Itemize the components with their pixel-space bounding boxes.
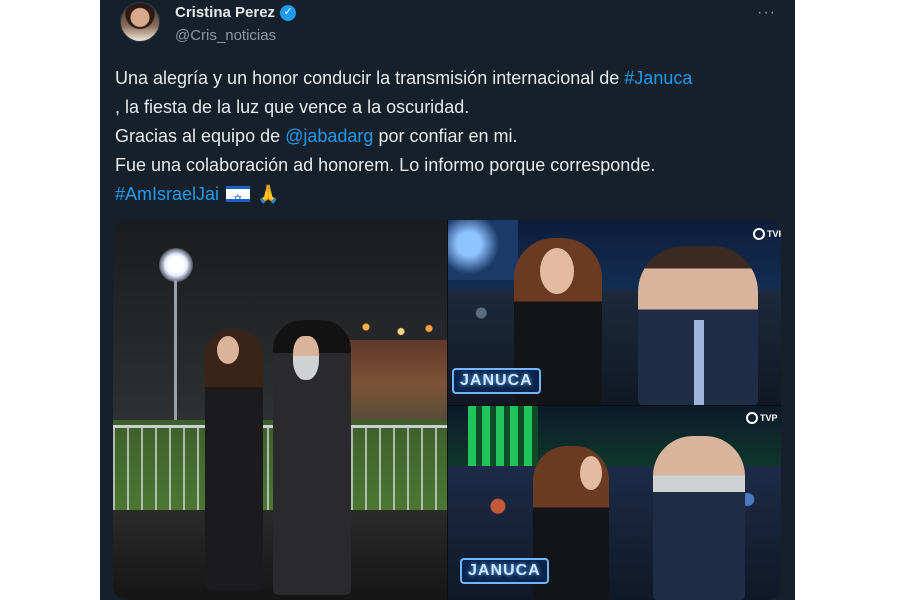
media-grid[interactable]: JANUCA TVP JANUCA TVP <box>113 220 781 600</box>
woman-face <box>580 456 602 490</box>
woman-face <box>540 248 574 294</box>
tweet-line-4: Fue una colaboración ad honorem. Lo info… <box>115 155 656 175</box>
januca-logo: JANUCA <box>452 368 541 394</box>
author-avatar[interactable] <box>120 2 160 42</box>
januca-logo: JANUCA <box>460 558 549 584</box>
hashtag-amisraeljai[interactable]: #AmIsraelJai <box>115 184 219 204</box>
woman-figure <box>205 330 263 590</box>
tweet-line-3: Gracias al equipo de @jabadarg por confi… <box>115 122 785 151</box>
tvp-logo-text: TVP <box>760 413 778 423</box>
tweet-text-segment: por confiar en mi. <box>373 126 518 146</box>
tweet-line-5: #AmIsraelJai 🙏 <box>115 180 785 214</box>
woman-face <box>217 336 239 364</box>
tweet-text-segment: Gracias al equipo de <box>115 126 286 146</box>
author-name[interactable]: Cristina Perez <box>175 4 275 21</box>
tweet-line-2: , la fiesta de la luz que vence a la osc… <box>115 97 470 117</box>
folded-hands-icon: 🙏 <box>257 184 280 204</box>
tvp-logo: TVP <box>753 228 781 240</box>
photo-2[interactable]: JANUCA TVP <box>448 220 781 405</box>
tvp-ring-icon <box>753 228 765 240</box>
man-tie <box>694 320 704 405</box>
photo-1[interactable] <box>113 220 447 600</box>
green-lights <box>468 406 538 466</box>
hashtag-januca[interactable]: #Januca <box>624 68 692 88</box>
man-figure <box>653 436 745 600</box>
israel-flag-icon <box>226 185 251 214</box>
more-options-icon[interactable]: ··· <box>757 4 776 22</box>
tvp-ring-icon <box>746 412 758 424</box>
stage-screen <box>448 220 518 280</box>
man-face <box>293 336 319 380</box>
verified-icon: ✓ <box>280 4 297 21</box>
tvp-logo: TVP <box>746 412 778 424</box>
mention-jabadarg[interactable]: @jabadarg <box>285 126 373 146</box>
tvp-logo-text: TVP <box>767 229 781 239</box>
tweet-line-1: Una alegría y un honor conducir la trans… <box>115 64 785 93</box>
tweet-text-segment: Una alegría y un honor conducir la trans… <box>115 68 625 88</box>
tweet-text: Una alegría y un honor conducir la trans… <box>115 64 785 214</box>
author-name-row[interactable]: Cristina Perez ✓ <box>175 4 297 21</box>
author-handle[interactable]: @Cris_noticias <box>175 27 276 44</box>
photo-3[interactable]: JANUCA TVP <box>448 406 781 600</box>
lamp-light <box>159 248 193 282</box>
